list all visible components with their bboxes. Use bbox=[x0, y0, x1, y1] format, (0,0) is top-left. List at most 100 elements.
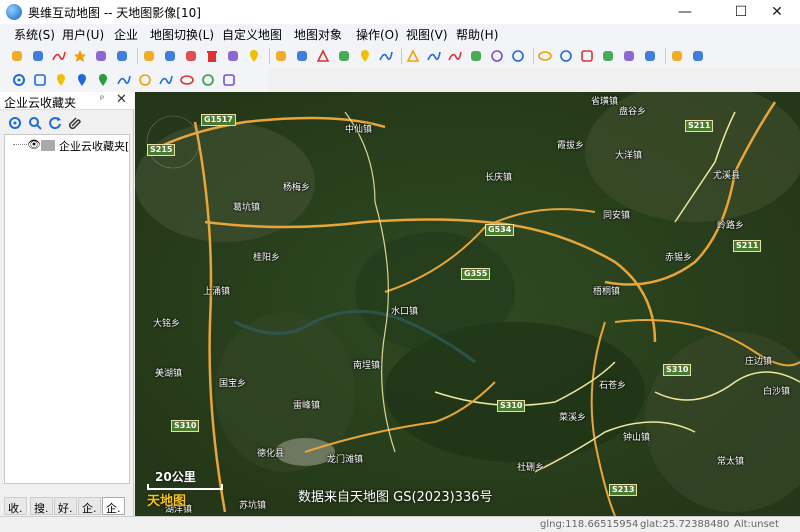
road-shield: G355 bbox=[461, 268, 491, 280]
message-icon[interactable] bbox=[643, 49, 657, 63]
ellipse-icon[interactable] bbox=[538, 49, 552, 63]
close-button[interactable]: ✕ bbox=[754, 0, 800, 24]
road-shield: S310 bbox=[171, 420, 200, 432]
pin-icon[interactable]: ᵖ bbox=[100, 94, 104, 105]
tianditu-logo: 天地图 bbox=[147, 494, 187, 509]
menu-operation[interactable]: 操作(O) bbox=[356, 26, 399, 43]
menu-enterprise[interactable]: 企业 bbox=[114, 26, 138, 43]
ruler-icon[interactable] bbox=[274, 49, 288, 63]
eraser-icon[interactable] bbox=[226, 49, 240, 63]
settings-icon[interactable] bbox=[12, 73, 26, 87]
place-label: 德化县 bbox=[257, 449, 285, 459]
place-label: 庄边镇 bbox=[745, 357, 773, 367]
circle-icon[interactable] bbox=[490, 49, 504, 63]
polygon-icon[interactable] bbox=[316, 49, 330, 63]
chat-bubble-icon[interactable] bbox=[337, 49, 351, 63]
toolbar-separator bbox=[269, 48, 270, 64]
diamond-icon[interactable] bbox=[691, 49, 705, 63]
box-icon[interactable] bbox=[580, 49, 594, 63]
tab-search[interactable]: 搜. bbox=[30, 497, 53, 515]
tab-favorites[interactable]: 收. bbox=[4, 497, 27, 515]
3d-globe-icon[interactable] bbox=[115, 49, 129, 63]
draw-toolbar bbox=[0, 68, 268, 92]
window-title: 奥维互动地图 -- 天地图影像[10] bbox=[28, 6, 201, 20]
eye-icon[interactable]: 👁 bbox=[27, 138, 41, 151]
road-shield: S211 bbox=[733, 240, 762, 252]
ring-icon[interactable] bbox=[511, 49, 525, 63]
folder-icon bbox=[41, 140, 55, 151]
tree-item-enterprise-favorites[interactable]: 企业云收藏夹[ bbox=[59, 138, 129, 154]
tab-enterprise-cloud[interactable]: 企. bbox=[102, 497, 125, 515]
triangle-icon[interactable] bbox=[406, 49, 420, 63]
info-icon[interactable] bbox=[670, 49, 684, 63]
road-shield: G1517 bbox=[201, 114, 236, 126]
refresh-icon[interactable] bbox=[48, 116, 62, 130]
road-shield: G534 bbox=[485, 224, 515, 236]
menu-view[interactable]: 视图(V) bbox=[406, 26, 448, 43]
save-icon[interactable] bbox=[31, 49, 45, 63]
search-icon[interactable] bbox=[52, 49, 66, 63]
arc-icon[interactable] bbox=[159, 73, 173, 87]
toolbar-separator bbox=[137, 48, 138, 64]
route-icon[interactable] bbox=[94, 49, 108, 63]
settings-icon[interactable] bbox=[8, 116, 22, 130]
menu-help[interactable]: 帮助(H) bbox=[456, 26, 498, 43]
menu-map-switch[interactable]: 地图切换(L) bbox=[150, 26, 214, 43]
map-view[interactable]: 中仙镇 杨梅乡 葛坑镇 桂阳乡 上涌镇 大铭乡 美湖镇 国宝乡 雷峰镇 南埕镇 … bbox=[135, 92, 800, 516]
place-label: 大铭乡 bbox=[153, 319, 181, 329]
tab-friends[interactable]: 好. bbox=[54, 497, 77, 515]
panel-header: 企业云收藏夹 ᵖ ✕ bbox=[0, 92, 134, 110]
undo-icon[interactable] bbox=[163, 49, 177, 63]
map-attribution: 数据来自天地图 GS(2023)336号 bbox=[298, 490, 493, 505]
dot-icon[interactable] bbox=[559, 49, 573, 63]
panel-tools bbox=[0, 112, 134, 134]
pin-icon[interactable] bbox=[358, 49, 372, 63]
pin-green-icon[interactable] bbox=[96, 73, 110, 87]
road-shield: S213 bbox=[609, 484, 638, 496]
minimize-button[interactable]: — bbox=[662, 0, 708, 24]
capture-icon[interactable] bbox=[142, 49, 156, 63]
polyline-icon[interactable] bbox=[379, 49, 393, 63]
document-icon[interactable] bbox=[33, 73, 47, 87]
columns-icon[interactable] bbox=[601, 49, 615, 63]
arc-icon[interactable] bbox=[448, 49, 462, 63]
menu-user[interactable]: 用户(U) bbox=[62, 26, 104, 43]
place-label: 尤溪县 bbox=[713, 171, 741, 181]
points-icon[interactable] bbox=[469, 49, 483, 63]
menu-system[interactable]: 系统(S) bbox=[14, 26, 55, 43]
place-label: 梧桐镇 bbox=[593, 287, 621, 297]
square-icon[interactable] bbox=[222, 73, 236, 87]
grid-icon[interactable] bbox=[622, 49, 636, 63]
menu-map-objects[interactable]: 地图对象 bbox=[294, 26, 342, 43]
place-label: 菜溪乡 bbox=[559, 413, 587, 423]
menu-custom-map[interactable]: 自定义地图 bbox=[222, 26, 282, 43]
favorite-star-icon[interactable] bbox=[73, 49, 87, 63]
placemark-icon[interactable] bbox=[247, 49, 261, 63]
tab-enterprise[interactable]: 企. bbox=[78, 497, 101, 515]
app-icon bbox=[6, 4, 22, 20]
place-label: 白沙镇 bbox=[763, 387, 791, 397]
circle-icon[interactable] bbox=[138, 73, 152, 87]
ellipse-icon[interactable] bbox=[180, 73, 194, 87]
delete-icon[interactable] bbox=[205, 49, 219, 63]
place-label: 美湖镇 bbox=[155, 369, 183, 379]
curve-icon[interactable] bbox=[427, 49, 441, 63]
pin-yellow-icon[interactable] bbox=[54, 73, 68, 87]
pin-blue-icon[interactable] bbox=[75, 73, 89, 87]
road-shield: S211 bbox=[685, 120, 714, 132]
status-bar: glng:118.66515954 glat:25.72388480 Alt:u… bbox=[0, 516, 800, 532]
layer-icon[interactable] bbox=[295, 49, 309, 63]
attach-icon[interactable] bbox=[68, 116, 82, 130]
panel-close-icon[interactable]: ✕ bbox=[116, 92, 127, 107]
tree-connector bbox=[13, 144, 27, 145]
search-icon[interactable] bbox=[28, 116, 42, 130]
toolbar-separator bbox=[665, 48, 666, 64]
open-folder-icon[interactable] bbox=[10, 49, 24, 63]
place-label: 社硎乡 bbox=[517, 463, 545, 473]
circle2-icon[interactable] bbox=[201, 73, 215, 87]
place-label: 盘谷乡 bbox=[619, 107, 647, 117]
place-label: 常太镇 bbox=[717, 457, 745, 467]
line-icon[interactable] bbox=[117, 73, 131, 87]
road-shield: S310 bbox=[497, 400, 526, 412]
redo-icon[interactable] bbox=[184, 49, 198, 63]
